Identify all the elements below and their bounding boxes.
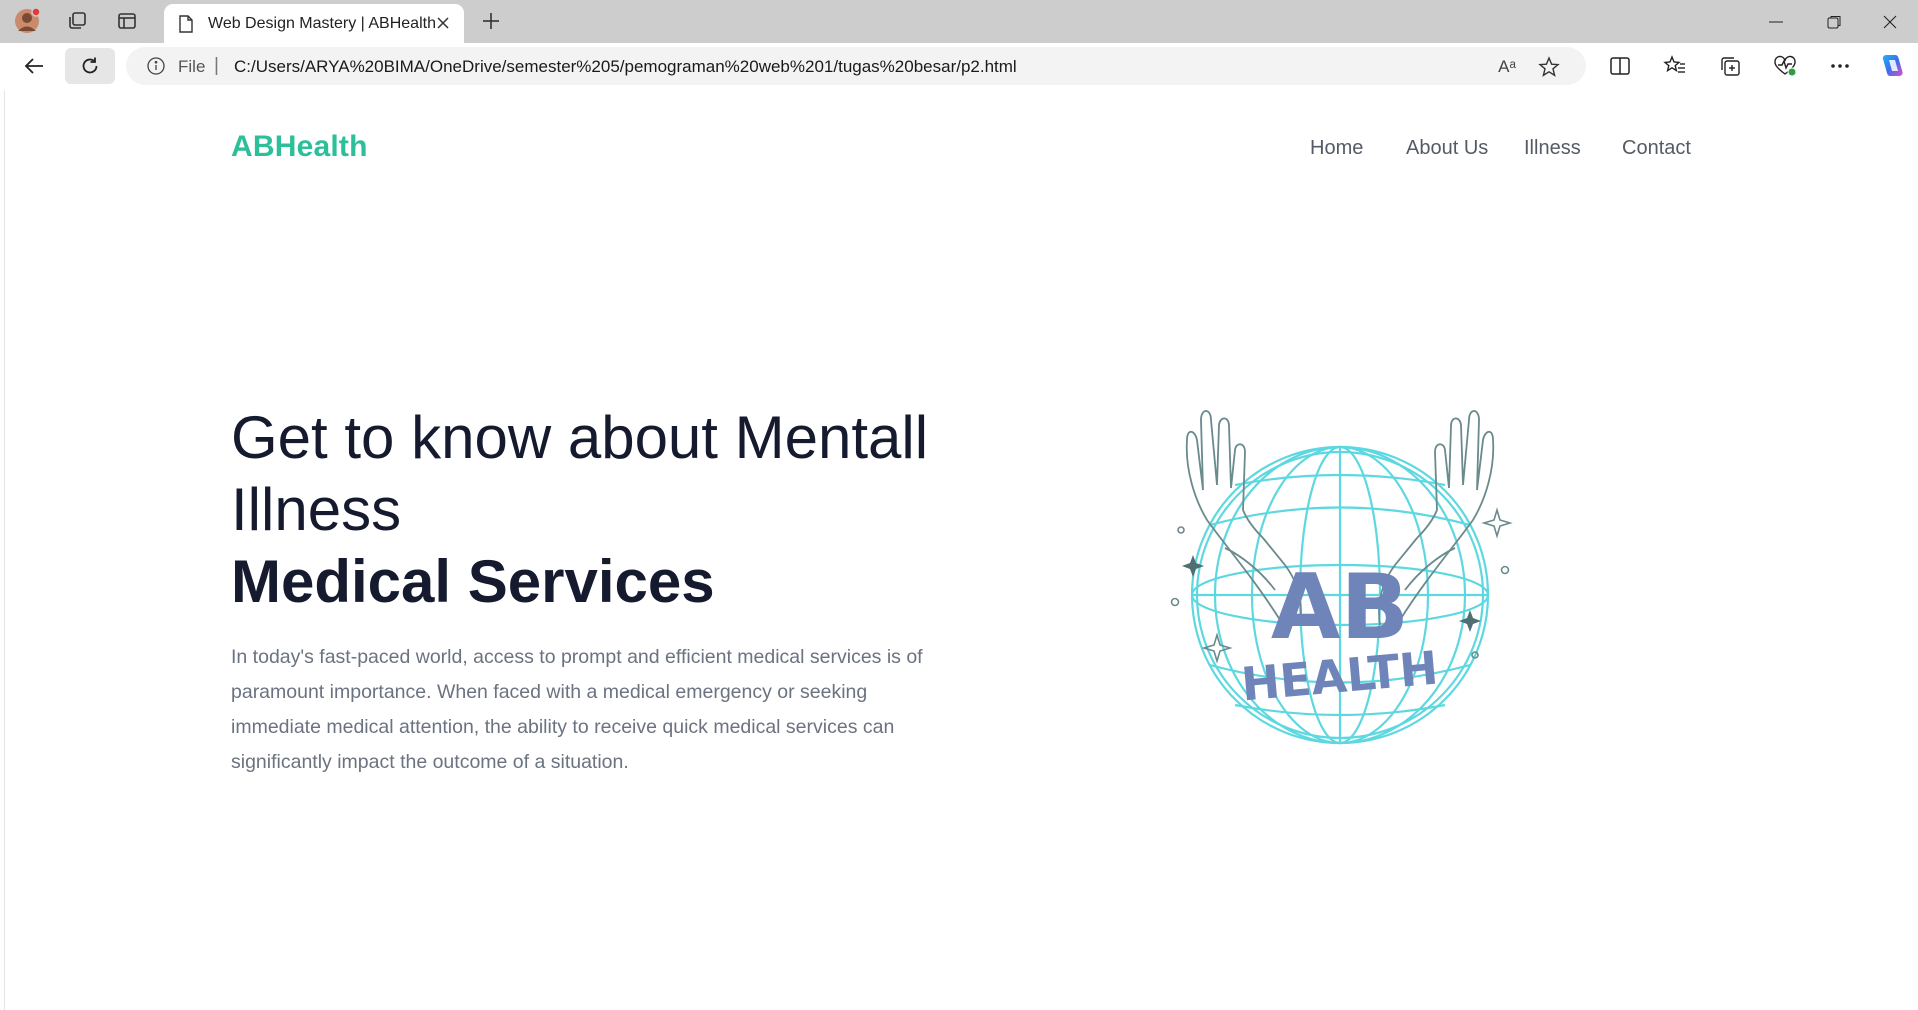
back-icon[interactable] (16, 48, 52, 84)
nav-about-us[interactable]: About Us (1406, 137, 1488, 160)
minimize-icon[interactable] (1748, 0, 1804, 43)
page-viewport: ABHealth Home About Us Illness Contact G… (4, 90, 1918, 1010)
abhealth-globe-hands-image: AB HEALTH (1170, 410, 1513, 745)
hero-title: Get to know about Mentall Illness Medica… (231, 402, 991, 618)
collections-icon[interactable] (1712, 48, 1748, 84)
browser-toolbar: File | C:/Users/ARYA%20BIMA/OneDrive/sem… (0, 43, 1918, 88)
tab-actions-icon[interactable] (112, 6, 142, 36)
close-window-icon[interactable] (1862, 0, 1918, 43)
restore-icon[interactable] (1806, 0, 1862, 43)
favorites-icon[interactable] (1657, 48, 1693, 84)
site-logo[interactable]: ABHealth (231, 130, 368, 164)
nav-illness[interactable]: Illness (1524, 137, 1581, 160)
profile-avatar-icon[interactable] (12, 6, 42, 36)
split-screen-icon[interactable] (1602, 48, 1638, 84)
new-tab-icon[interactable] (476, 6, 506, 36)
browser-essentials-icon[interactable] (1767, 48, 1803, 84)
nav-home[interactable]: Home (1310, 137, 1363, 160)
browser-tab-bar: Web Design Mastery | ABHealth (0, 0, 1918, 43)
more-options-icon[interactable] (1822, 48, 1858, 84)
reload-icon[interactable] (65, 48, 115, 84)
copilot-icon[interactable] (1874, 48, 1910, 84)
site-info-icon[interactable] (146, 56, 166, 76)
image-text-health: HEALTH (1239, 641, 1440, 712)
favorite-star-icon[interactable] (1536, 54, 1562, 80)
address-bar[interactable]: File | C:/Users/ARYA%20BIMA/OneDrive/sem… (126, 47, 1586, 85)
read-aloud-icon[interactable]: Aᵃ (1494, 54, 1520, 80)
page-icon (176, 14, 196, 34)
hero-title-line2: Medical Services (231, 548, 715, 615)
nav-contact[interactable]: Contact (1622, 137, 1691, 160)
active-browser-tab[interactable]: Web Design Mastery | ABHealth (164, 4, 464, 43)
tab-title: Web Design Mastery | ABHealth (208, 14, 436, 32)
workspaces-icon[interactable] (62, 6, 92, 36)
address-separator: | (214, 55, 219, 76)
hero-title-line1: Get to know about Mentall Illness (231, 404, 929, 543)
address-url[interactable]: C:/Users/ARYA%20BIMA/OneDrive/semester%2… (234, 57, 1017, 77)
close-tab-icon[interactable] (432, 12, 454, 34)
hero-paragraph: In today's fast-paced world, access to p… (231, 646, 923, 773)
address-scheme-label: File (178, 57, 206, 76)
